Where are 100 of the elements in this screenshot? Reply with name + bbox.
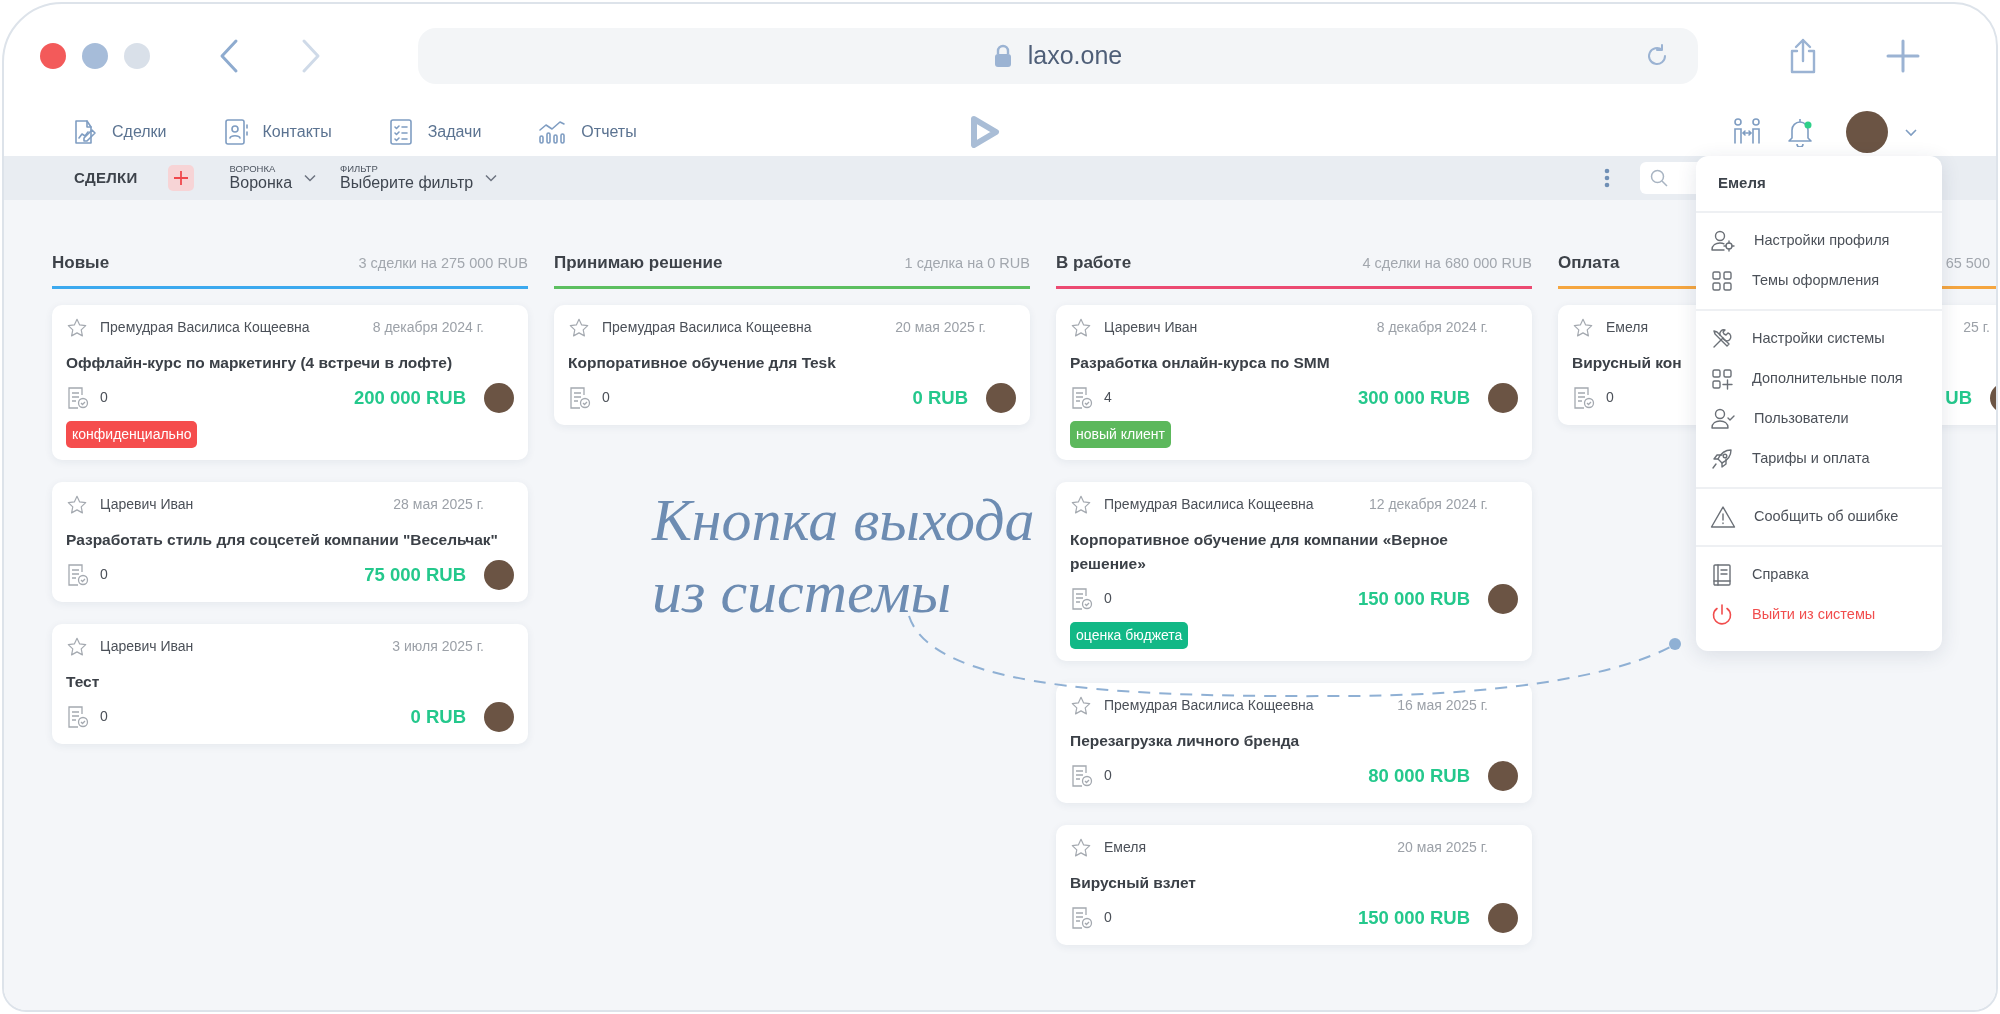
menu-item[interactable]: Выйти из системы xyxy=(1696,594,1942,635)
star-icon[interactable] xyxy=(66,635,88,658)
nav-link[interactable]: Задачи xyxy=(387,118,482,146)
rocket-icon xyxy=(1710,446,1734,471)
deal-amount: 200 000 RUB xyxy=(353,385,466,410)
deal-title: Перезагрузка личного бренда xyxy=(1070,730,1301,751)
menu-item[interactable]: Пользователи xyxy=(1696,398,1942,439)
menu-item[interactable]: Справка xyxy=(1696,554,1942,595)
deal-amount: 80 000 RUB xyxy=(1368,763,1470,788)
address-bar[interactable]: laxo.one xyxy=(418,28,1698,84)
task-count: 0 xyxy=(1104,589,1112,608)
task-count: 0 xyxy=(1104,766,1112,785)
deal-card[interactable]: Царевич Иван 28 мая 2025 г. Разработать стиль для соцсетей компании "Весельчак" 0 75 000 RUB xyxy=(52,481,528,602)
bar-chart-icon xyxy=(537,119,568,145)
task-count: 0 xyxy=(1104,908,1112,927)
star-icon[interactable] xyxy=(66,316,88,339)
contact-card-icon xyxy=(222,118,249,146)
plus-icon xyxy=(172,170,189,186)
star-icon[interactable] xyxy=(1070,836,1092,859)
deal-date: 8 декабря 2024 г. xyxy=(372,318,484,337)
column-title: Новые xyxy=(52,252,110,274)
deal-card[interactable]: Премудрая Василиса Кощеевна 20 мая 2025 г. Корпоративное обучение для Tesk 0 0 RUB xyxy=(554,304,1030,425)
grid-plus-icon xyxy=(1710,366,1734,391)
menu-item[interactable]: Сообщить об ошибке xyxy=(1696,496,1942,537)
star-icon[interactable] xyxy=(1070,316,1092,339)
more-options-icon[interactable] xyxy=(1604,168,1610,188)
deal-card[interactable]: Премудрая Василиса Кощеевна 12 декабря 2024 г. Корпоративное обучение для компании «Верное решение» 0 150 000 RUB оценка бюджета xyxy=(1056,481,1532,661)
menu-item[interactable]: Настройки системы xyxy=(1696,318,1942,359)
deal-card[interactable]: Царевич Иван 3 июля 2025 г. Тест 0 0 RUB xyxy=(52,623,528,744)
share-icon[interactable] xyxy=(1788,37,1818,75)
deal-title: Разработать стиль для соцсетей компании "Весельчак" xyxy=(66,529,499,550)
star-icon[interactable] xyxy=(1070,493,1092,516)
deal-amount: 300 000 RUB xyxy=(1357,385,1470,410)
contact-name: Премудрая Василиса Кощеевна xyxy=(602,318,812,337)
task-count: 0 xyxy=(100,565,108,584)
power-icon xyxy=(1710,602,1734,627)
deal-title: Корпоративное обучение для Tesk xyxy=(568,352,837,373)
avatar-placeholder xyxy=(484,701,514,732)
maximize-window-button[interactable] xyxy=(124,43,150,69)
deal-tag: конфиденциально xyxy=(66,420,198,448)
lock-icon xyxy=(993,44,1012,68)
deal-date: 20 мая 2025 г. xyxy=(895,318,986,337)
document-check-icon xyxy=(1070,763,1094,788)
deal-date: 8 декабря 2024 г. xyxy=(1376,318,1488,337)
book-icon xyxy=(1710,562,1734,587)
column-title: Оплата xyxy=(1558,252,1620,274)
deal-title: Оффлайн-курс по маркетингу (4 встречи в лофте) xyxy=(66,352,454,373)
people-exchange-icon[interactable] xyxy=(1732,117,1762,147)
menu-item[interactable]: Темы оформления xyxy=(1696,260,1942,301)
filter-select[interactable]: ФИЛЬТР Выберите фильтр xyxy=(340,164,498,192)
forward-icon[interactable] xyxy=(300,38,322,74)
column-title: Принимаю решение xyxy=(554,252,723,274)
deal-card[interactable]: Царевич Иван 8 декабря 2024 г. Разработка онлайн-курса по SMM 4 300 000 RUB новый клиент xyxy=(1056,304,1532,460)
star-icon[interactable] xyxy=(568,316,590,339)
add-deal-button[interactable] xyxy=(167,165,194,191)
deal-date: 12 декабря 2024 г. xyxy=(1368,495,1488,514)
document-check-icon xyxy=(1572,385,1596,410)
nav-link[interactable]: Отчеты xyxy=(537,119,637,145)
column-summary: 65 500 xyxy=(1945,254,1990,273)
caret-icon xyxy=(485,174,498,182)
deal-amount: 0 RUB xyxy=(912,385,968,410)
deal-card[interactable]: Премудрая Василиса Кощеевна 8 декабря 2024 г. Оффлайн-курс по маркетингу (4 встречи в лофте) 0 200 000 RUB конфиденциально xyxy=(52,304,528,460)
task-count: 0 xyxy=(100,388,108,407)
annotation-text: Кнопка выхода из системы xyxy=(652,486,1035,627)
user-check-icon xyxy=(1710,406,1736,431)
close-window-button[interactable] xyxy=(40,43,66,69)
document-check-icon xyxy=(66,385,90,410)
star-icon[interactable] xyxy=(1070,694,1092,717)
notification-bell-icon[interactable] xyxy=(1786,117,1814,147)
deal-amount: 0 RUB xyxy=(410,704,466,729)
new-tab-icon[interactable] xyxy=(1886,39,1920,73)
back-icon[interactable] xyxy=(218,38,240,74)
caret-icon[interactable] xyxy=(1904,127,1918,137)
pipeline-select[interactable]: ВОРОНКА Воронка xyxy=(229,164,317,192)
star-icon[interactable] xyxy=(1572,316,1594,339)
deal-date: 25 г. xyxy=(1963,318,1990,337)
search-icon xyxy=(1650,169,1668,187)
contact-name: Премудрая Василиса Кощеевна xyxy=(1104,696,1314,715)
deal-card[interactable]: Емеля 20 мая 2025 г. Вирусный взлет 0 150 000 RUB xyxy=(1056,824,1532,945)
app-logo[interactable] xyxy=(970,116,1000,148)
deal-card[interactable]: Премудрая Василиса Кощеевна 16 мая 2025 г. Перезагрузка личного бренда 0 80 000 RUB xyxy=(1056,682,1532,803)
menu-item[interactable]: Дополнительные поля xyxy=(1696,358,1942,399)
deal-title: Разработка онлайн-курса по SMM xyxy=(1070,352,1331,373)
deal-date: 3 июля 2025 г. xyxy=(392,637,484,656)
deal-tag: оценка бюджета xyxy=(1070,621,1189,649)
menu-item[interactable]: Тарифы и оплата xyxy=(1696,438,1942,479)
document-check-icon xyxy=(66,704,90,729)
contact-name: Царевич Иван xyxy=(100,637,194,656)
user-name: Емеля xyxy=(1696,156,1942,213)
minimize-window-button[interactable] xyxy=(82,43,108,69)
avatar-placeholder xyxy=(484,382,514,413)
nav-link[interactable]: Контакты xyxy=(222,118,332,146)
nav-link[interactable]: Сделки xyxy=(70,118,167,146)
user-gear-icon xyxy=(1710,228,1736,253)
menu-item[interactable]: Настройки профиля xyxy=(1696,220,1942,261)
document-check-icon xyxy=(1070,385,1094,410)
avatar-placeholder[interactable] xyxy=(1846,111,1888,153)
deal-title: Вирусный кон xyxy=(1572,352,1683,373)
star-icon[interactable] xyxy=(66,493,88,516)
column-summary: 4 сделки на 680 000 RUB xyxy=(1362,254,1532,273)
